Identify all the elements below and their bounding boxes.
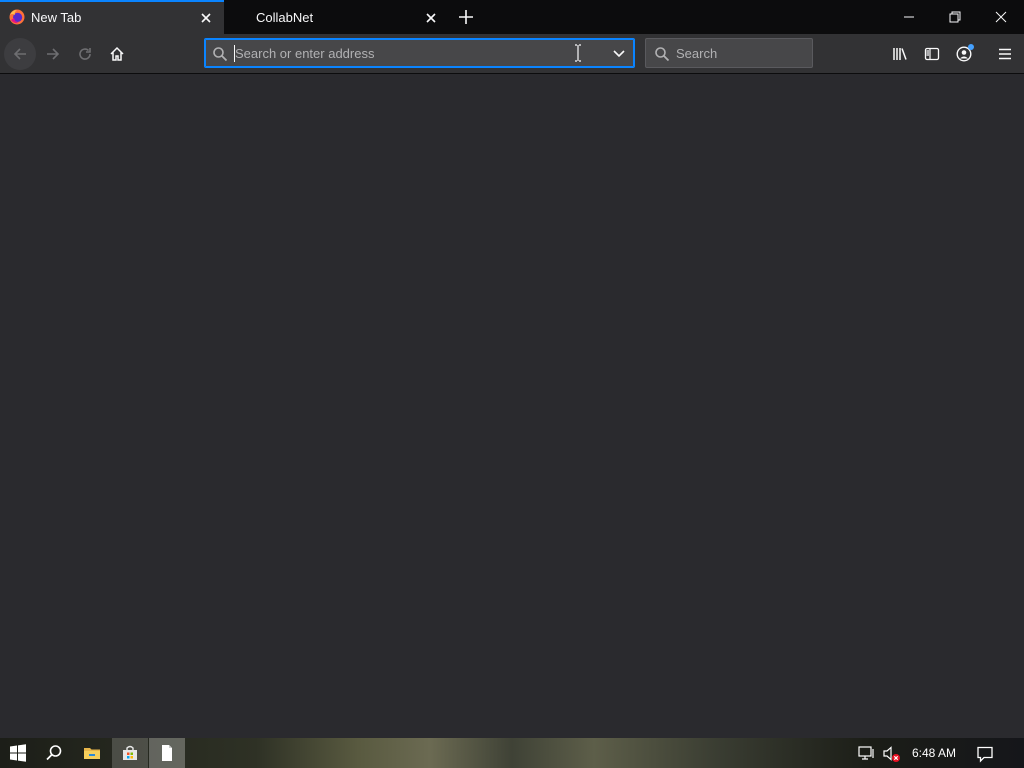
store-icon (123, 745, 137, 760)
file-explorer-icon (84, 748, 100, 759)
address-bar[interactable]: Search or enter address (204, 38, 635, 68)
back-button[interactable] (4, 38, 36, 70)
back-icon (13, 48, 26, 60)
minimize-button[interactable] (886, 0, 932, 34)
notification-dot (968, 44, 974, 50)
windows-start-icon (10, 744, 26, 762)
reload-button[interactable] (69, 38, 101, 70)
sidebar-icon (924, 47, 940, 61)
taskbar-clock[interactable]: 6:48 AM (906, 746, 962, 760)
chevron-down-icon[interactable] (611, 47, 627, 64)
library-icon (893, 48, 907, 60)
windows-taskbar: 6:48 AM (0, 738, 1024, 768)
document-icon (162, 745, 172, 761)
home-button[interactable] (101, 38, 133, 70)
tab-new-tab[interactable]: New Tab (0, 0, 224, 34)
hamburger-menu-icon (999, 48, 1011, 60)
close-window-button[interactable] (978, 0, 1024, 34)
volume-muted-icon[interactable] (882, 738, 904, 768)
taskbar-search-button[interactable] (36, 738, 72, 768)
text-caret (234, 45, 235, 62)
reload-icon (79, 48, 91, 60)
document-app-button[interactable] (149, 738, 185, 768)
forward-button[interactable] (37, 38, 69, 70)
network-icon[interactable] (858, 738, 878, 768)
start-button[interactable] (0, 738, 36, 768)
new-tab-button[interactable] (456, 7, 476, 27)
address-bar-placeholder: Search or enter address (235, 46, 375, 61)
tab-title: New Tab (31, 10, 82, 25)
close-tab-icon[interactable] (198, 10, 214, 26)
tab-collabnet[interactable]: CollabNet (225, 0, 449, 34)
firefox-icon (9, 9, 25, 25)
search-icon (46, 745, 62, 761)
file-explorer-button[interactable] (74, 738, 110, 768)
search-bar-placeholder: Search (676, 46, 718, 61)
store-button[interactable] (112, 738, 148, 768)
open-menu-button[interactable] (989, 38, 1021, 70)
tab-strip: New Tab CollabNet (0, 0, 1024, 34)
notification-icon[interactable] (972, 738, 998, 768)
search-icon (212, 46, 228, 65)
home-icon (110, 46, 124, 61)
page-content (0, 74, 1024, 738)
tab-title: CollabNet (256, 10, 314, 25)
sidebar-button[interactable] (916, 38, 948, 70)
search-icon (654, 46, 670, 65)
forward-icon (47, 48, 60, 60)
account-button[interactable] (948, 38, 980, 70)
library-button[interactable] (884, 38, 916, 70)
search-bar[interactable]: Search (645, 38, 813, 68)
close-tab-icon[interactable] (423, 10, 439, 26)
text-cursor-icon (574, 44, 582, 65)
navigation-toolbar: Search or enter address Search (0, 34, 1024, 74)
restore-button[interactable] (932, 0, 978, 34)
